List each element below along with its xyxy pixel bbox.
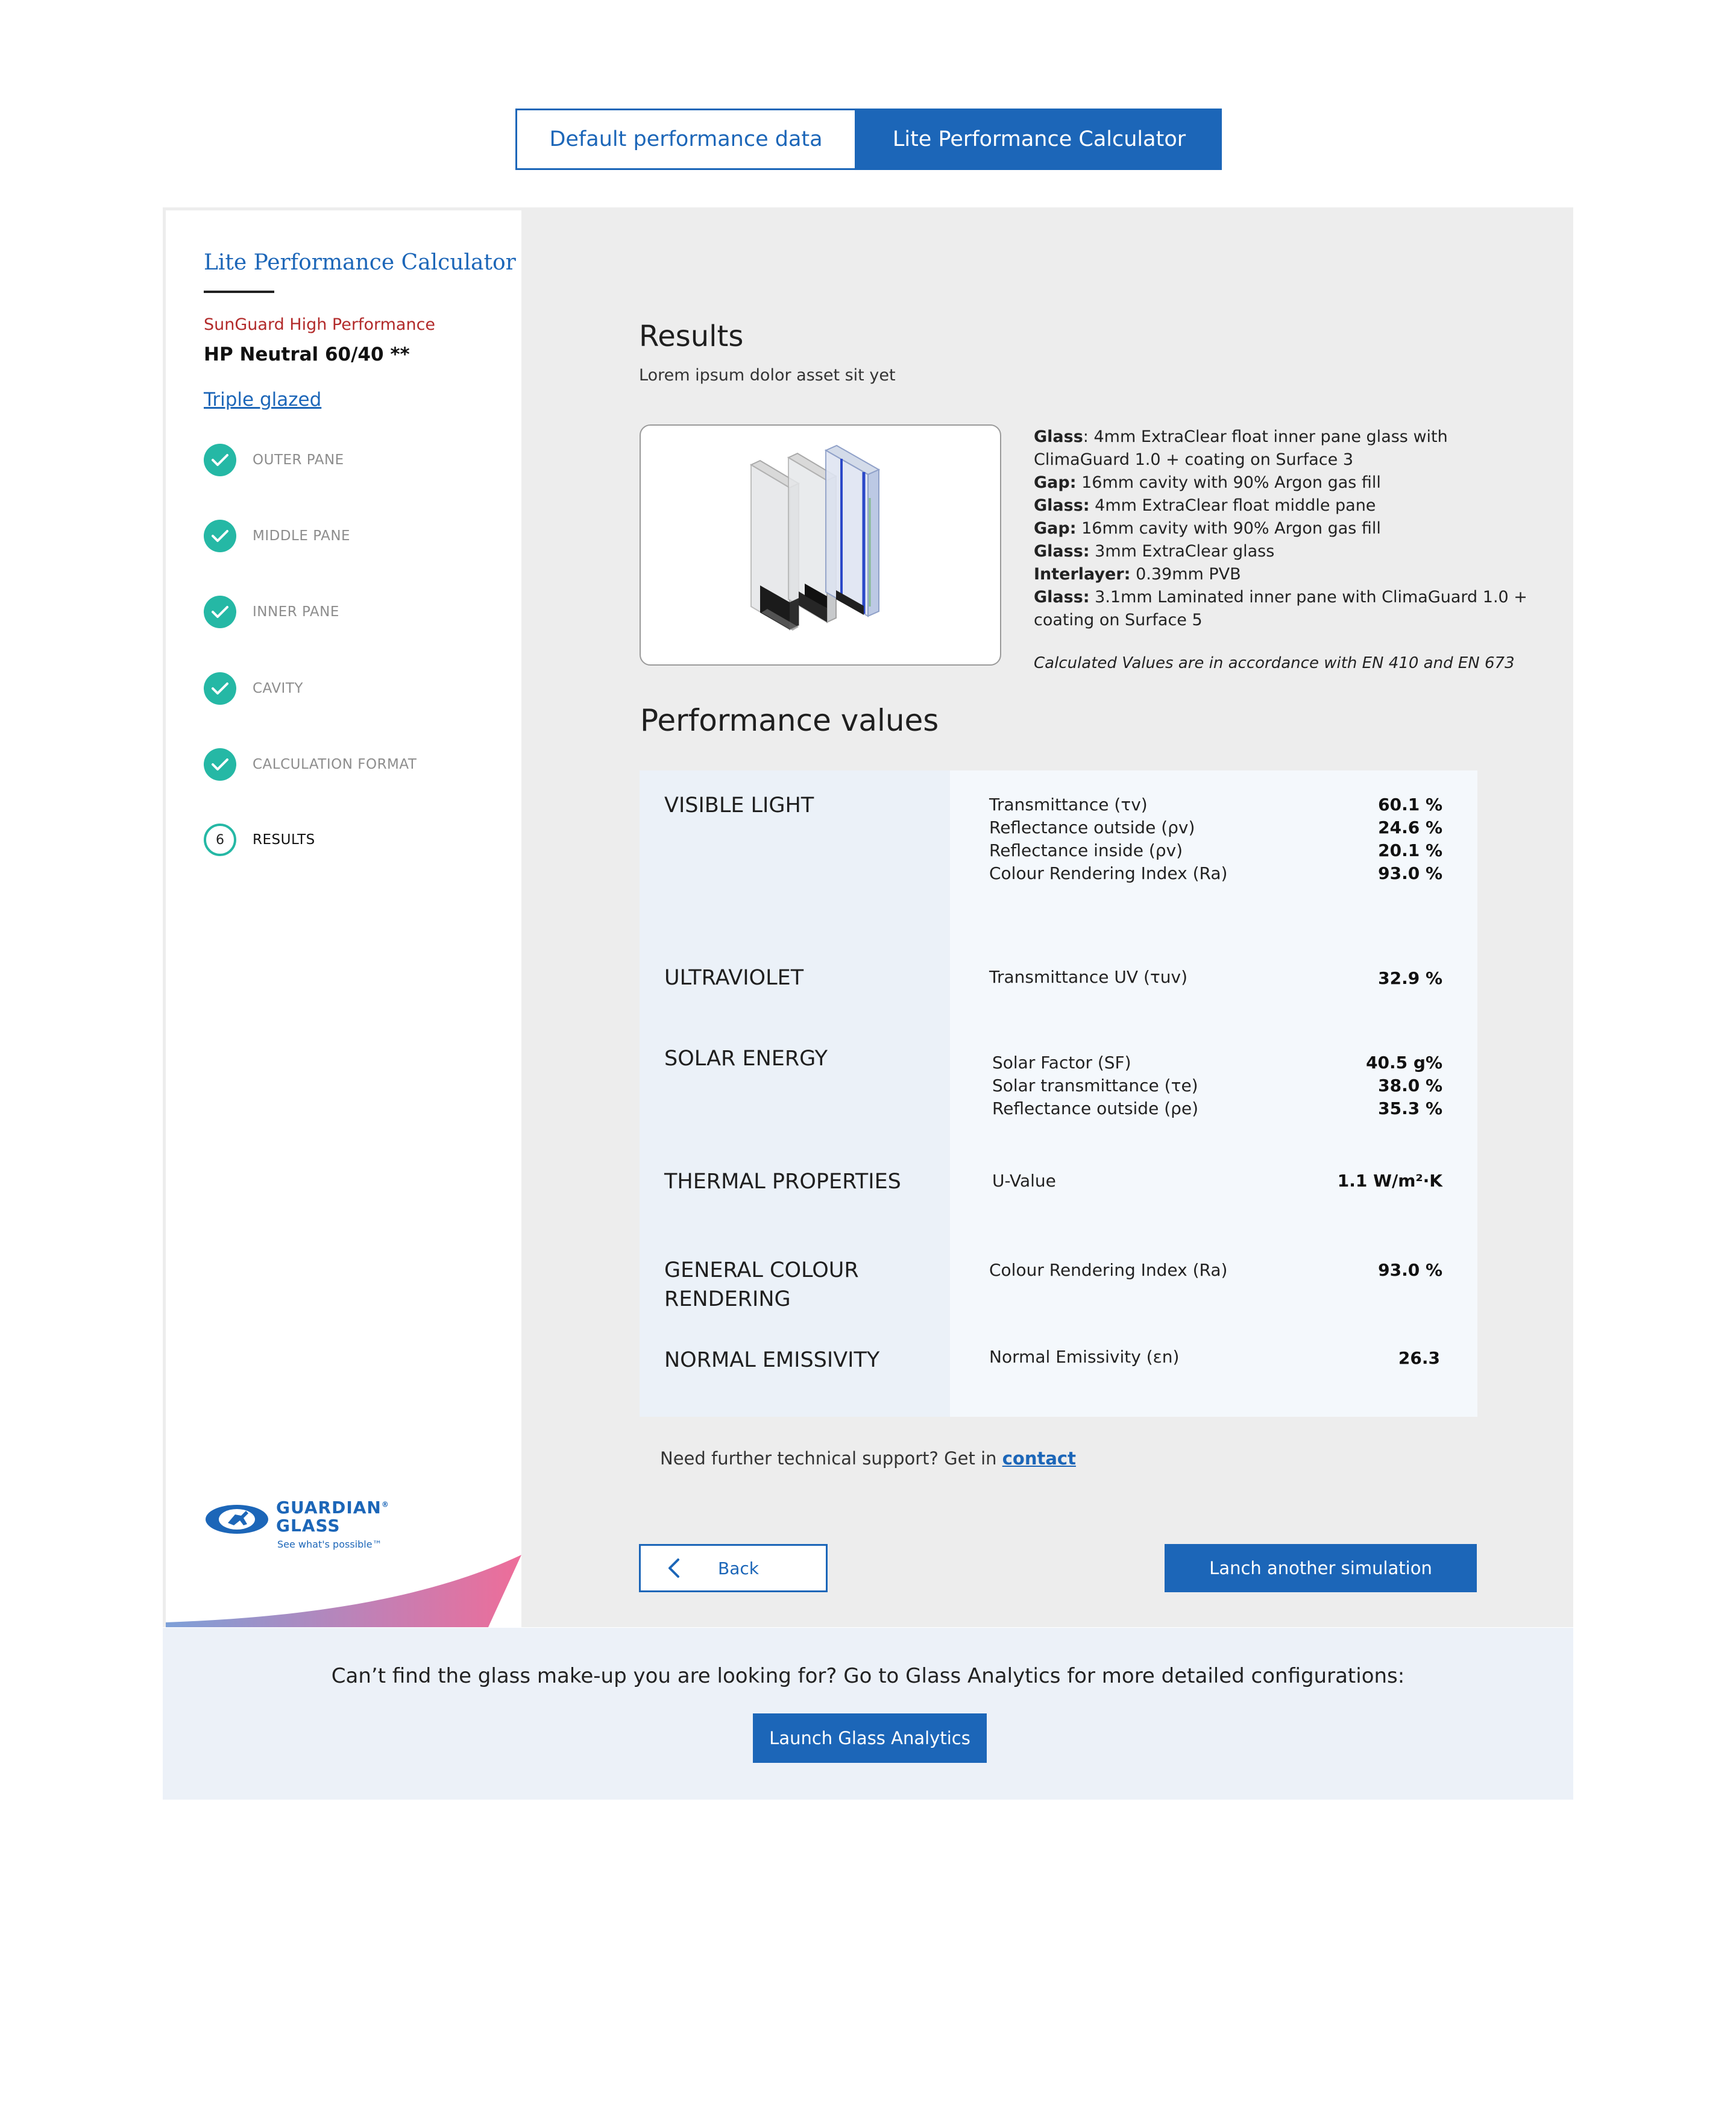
back-button[interactable]: Back xyxy=(639,1544,828,1592)
row-label: Reflectance inside (ρv) xyxy=(989,840,1183,860)
row-value: 32.9 % xyxy=(1378,968,1442,988)
composition-line: Glass: 3.1mm Laminated inner pane with C… xyxy=(1034,588,1527,629)
check-icon xyxy=(204,444,236,476)
standards-note: Calculated Values are in accordance with… xyxy=(1034,654,1515,672)
step-label: CALCULATION FORMAT xyxy=(253,757,417,772)
sidebar: Lite Performance Calculator SunGuard Hig… xyxy=(166,210,521,1627)
row-label: Reflectance outside (ρv) xyxy=(989,818,1195,837)
mode-tabs: Default performance data Lite Performanc… xyxy=(515,109,1222,170)
composition-line: Gap: 16mm cavity with 90% Argon gas fill xyxy=(1034,519,1381,538)
row-label: Solar Factor (SF) xyxy=(992,1053,1131,1073)
performance-title: Performance values xyxy=(640,703,939,738)
banner-text: Can’t find the glass make-up you are loo… xyxy=(331,1664,1405,1688)
product-name: HP Neutral 60/40 ** xyxy=(204,344,410,365)
triple-glazed-unit-illustration xyxy=(749,444,881,631)
launch-glass-analytics-button[interactable]: Launch Glass Analytics xyxy=(753,1713,987,1763)
row-label: Reflectance outside (ρe) xyxy=(992,1098,1199,1118)
glass-analytics-banner: Can’t find the glass make-up you are loo… xyxy=(163,1628,1573,1800)
logo-line1: GUARDIAN® xyxy=(276,1498,389,1517)
composition-line: Glass: 3mm ExtraClear glass xyxy=(1034,542,1275,561)
launch-another-simulation-button[interactable]: Lanch another simulation xyxy=(1165,1544,1477,1592)
composition-line: Interlayer: 0.39mm PVB xyxy=(1034,565,1241,584)
glazing-type-link[interactable]: Triple glazed xyxy=(204,389,321,411)
composition-line: Glass: 4mm ExtraClear float inner pane g… xyxy=(1034,427,1448,469)
row-value: 20.1 % xyxy=(1378,840,1442,860)
row-value: 40.5 g% xyxy=(1366,1053,1442,1073)
step-label: INNER PANE xyxy=(253,604,339,620)
check-icon xyxy=(204,748,236,781)
row-value: 24.6 % xyxy=(1378,818,1442,837)
check-icon xyxy=(204,596,236,628)
row-value: 60.1 % xyxy=(1378,795,1442,815)
category-general-colour-rendering: GENERAL COLOUR RENDERING xyxy=(664,1258,859,1311)
title-underline xyxy=(204,291,274,293)
back-label: Back xyxy=(718,1558,759,1578)
step-calculation-format[interactable]: CALCULATION FORMAT xyxy=(204,748,417,781)
row-value: 26.3 xyxy=(1398,1348,1440,1368)
glazing-image-card xyxy=(640,424,1001,666)
row-value: 93.0 % xyxy=(1378,863,1442,883)
row-label: Solar transmittance (τe) xyxy=(992,1076,1198,1095)
row-value: 38.0 % xyxy=(1378,1076,1442,1095)
performance-table: VISIBLE LIGHT Transmittance (τv) 60.1 % … xyxy=(640,770,1477,1417)
row-label: U-Value xyxy=(992,1171,1056,1191)
support-message: Need further technical support? Get in c… xyxy=(660,1448,1076,1469)
glazing-composition: Glass: 4mm ExtraClear float inner pane g… xyxy=(1034,426,1540,632)
step-number: 6 xyxy=(204,824,236,856)
step-cavity[interactable]: CAVITY xyxy=(204,672,303,705)
category-column xyxy=(640,770,950,1417)
row-label: Colour Rendering Index (Ra) xyxy=(989,863,1228,883)
step-label: RESULTS xyxy=(253,832,315,848)
step-results[interactable]: 6 RESULTS xyxy=(204,823,315,857)
check-icon xyxy=(204,520,236,552)
category-solar-energy: SOLAR ENERGY xyxy=(664,1047,828,1071)
product-brand: SunGuard High Performance xyxy=(204,315,436,334)
row-value: 93.0 % xyxy=(1378,1260,1442,1280)
row-label: Colour Rendering Index (Ra) xyxy=(989,1260,1228,1280)
step-label: OUTER PANE xyxy=(253,452,344,468)
step-middle-pane[interactable]: MIDDLE PANE xyxy=(204,519,350,553)
row-label: Transmittance (τv) xyxy=(989,795,1148,815)
guardian-glass-logo: GUARDIAN® GLASS See what's possible™ xyxy=(204,1498,403,1558)
check-icon xyxy=(204,672,236,705)
chevron-left-icon xyxy=(668,1558,679,1578)
category-visible-light: VISIBLE LIGHT xyxy=(664,793,814,818)
results-subtitle: Lorem ipsum dolor asset sit yet xyxy=(639,366,896,385)
contact-link[interactable]: contact xyxy=(1002,1448,1076,1469)
decorative-swoosh xyxy=(166,1555,521,1627)
row-label: Normal Emissivity (εn) xyxy=(989,1347,1180,1367)
composition-line: Gap: 16mm cavity with 90% Argon gas fill xyxy=(1034,473,1381,492)
row-value: 35.3 % xyxy=(1378,1098,1442,1118)
results-title: Results xyxy=(639,320,744,353)
category-normal-emissivity: NORMAL EMISSIVITY xyxy=(664,1348,880,1372)
guardian-logo-mark xyxy=(206,1505,268,1534)
tab-default-performance-data[interactable]: Default performance data xyxy=(515,109,857,170)
category-ultraviolet: ULTRAVIOLET xyxy=(664,966,804,990)
category-thermal-properties: THERMAL PROPERTIES xyxy=(664,1170,901,1194)
sidebar-title: Lite Performance Calculator xyxy=(204,250,516,275)
row-label: Transmittance UV (τuv) xyxy=(989,967,1187,987)
row-value: 1.1 W/m²·K xyxy=(1337,1171,1442,1191)
composition-line: Glass: 4mm ExtraClear float middle pane xyxy=(1034,496,1376,515)
step-label: MIDDLE PANE xyxy=(253,528,351,544)
step-outer-pane[interactable]: OUTER PANE xyxy=(204,443,344,477)
step-inner-pane[interactable]: INNER PANE xyxy=(204,595,339,629)
logo-tagline: See what's possible™ xyxy=(277,1539,382,1550)
step-label: CAVITY xyxy=(253,681,303,696)
tab-lite-performance-calculator[interactable]: Lite Performance Calculator xyxy=(857,109,1222,170)
logo-line2: GLASS xyxy=(276,1516,341,1536)
